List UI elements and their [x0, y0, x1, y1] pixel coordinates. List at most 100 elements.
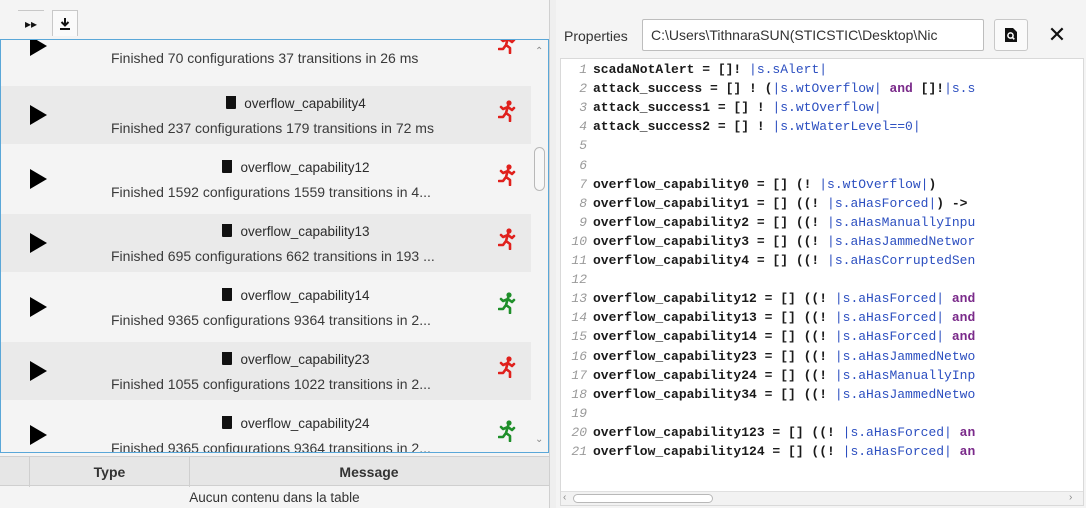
trash-icon[interactable] — [222, 160, 233, 173]
code-line[interactable]: 3 attack_success1 = [] ! |s.wtOverflow| — [561, 99, 1083, 117]
code-line[interactable]: 4 attack_success2 = [] ! |s.wtWaterLevel=… — [561, 118, 1083, 136]
code-line[interactable]: 2 attack_success = [] ! (|s.wtOverflow| a… — [561, 80, 1083, 98]
predicate-token: |s.aHasForced| — [827, 195, 937, 211]
predicate-token: |s.aHasForced| — [834, 329, 945, 345]
code-token: overflow_capability4 = [] ((! — [593, 253, 828, 268]
keyword-token: and — [944, 310, 976, 326]
column-header-blank[interactable] — [0, 457, 30, 487]
play-icon[interactable] — [30, 425, 47, 445]
code-text: overflow_capability24 = [] ((! |s.aHasMa… — [593, 368, 975, 383]
predicate-token: |s.sAlert| — [749, 62, 828, 77]
code-line[interactable]: 17 overflow_capability24 = [] ((! |s.aHas… — [561, 367, 1083, 385]
open-file-button[interactable] — [994, 19, 1028, 51]
list-item[interactable]: overflow_capability23 Finished 1055 confi… — [1, 342, 531, 400]
predicate-token: |s.wtOverflow| — [772, 81, 882, 97]
result-message: Finished 695 configurations 662 transiti… — [111, 248, 435, 264]
code-line[interactable]: 19 — [561, 405, 1083, 423]
predicate-token: |s.aHasCorruptedSen — [827, 253, 976, 268]
predicate-token: |s.aHasForced| — [842, 444, 952, 459]
code-token: scadaNotAlert = []! — [593, 62, 750, 77]
play-icon[interactable] — [30, 105, 47, 125]
running-man-red-icon — [498, 228, 516, 250]
play-icon[interactable] — [30, 169, 47, 189]
result-message: Finished 237 configurations 179 transiti… — [111, 120, 434, 136]
code-line[interactable]: 5 — [561, 137, 1083, 155]
code-token: overflow_capability12 = [] ((! — [593, 291, 835, 307]
trash-icon[interactable] — [222, 288, 233, 301]
line-number: 5 — [579, 138, 587, 154]
download-button[interactable] — [52, 10, 78, 36]
editor-vertical-scrollbar[interactable] — [1075, 59, 1083, 489]
line-number: 12 — [571, 272, 587, 288]
predicate-token: |s.aHasManuallyInp — [834, 367, 976, 383]
code-line[interactable]: 11 overflow_capability4 = [] ((! |s.aHasC… — [561, 252, 1083, 270]
code-token: overflow_capability124 = [] ((! — [593, 444, 843, 459]
play-icon[interactable] — [30, 297, 47, 317]
run-all-button[interactable]: ▸▸ — [18, 10, 44, 36]
line-number: 7 — [579, 176, 587, 192]
code-line[interactable]: 8 overflow_capability1 = [] ((! |s.aHasFo… — [561, 195, 1083, 213]
column-header-type[interactable]: Type — [30, 457, 190, 487]
code-text: overflow_capability1 = [] ((! |s.aHasFor… — [593, 196, 967, 211]
property-name: overflow_capability13 — [61, 224, 531, 239]
hscroll-thumb[interactable] — [573, 494, 713, 503]
close-button[interactable]: ✕ — [1040, 19, 1074, 51]
list-scrollbar[interactable]: ⌃ ⌄ — [531, 40, 548, 452]
trash-icon[interactable] — [222, 352, 233, 365]
code-line[interactable]: 7 overflow_capability0 = [] (! |s.wtOverf… — [561, 176, 1083, 194]
code-line[interactable]: 15 overflow_capability14 = [] ((! |s.aHas… — [561, 328, 1083, 346]
list-item[interactable]: Finished 70 configurations 37 transition… — [1, 40, 531, 86]
line-number: 8 — [579, 195, 587, 211]
running-man-red-icon — [498, 356, 516, 378]
code-text: attack_success = [] ! (|s.wtOverflow| an… — [593, 81, 975, 96]
code-line[interactable]: 16 overflow_capability23 = [] ((! |s.aHas… — [561, 348, 1083, 366]
list-item[interactable]: overflow_capability13 Finished 695 config… — [1, 214, 531, 272]
code-text: scadaNotAlert = []! |s.sAlert| — [593, 62, 827, 77]
document-search-icon — [1005, 28, 1017, 42]
scroll-right-icon[interactable]: › — [1069, 492, 1072, 503]
code-line[interactable]: 20 overflow_capability123 = [] ((! |s.aHa… — [561, 424, 1083, 442]
scroll-left-icon[interactable]: ‹ — [563, 492, 566, 503]
list-item[interactable]: overflow_capability24 Finished 9365 confi… — [1, 406, 531, 452]
trash-icon[interactable] — [222, 416, 233, 429]
play-icon[interactable] — [30, 40, 47, 56]
properties-path-field[interactable] — [642, 19, 984, 51]
trash-icon[interactable] — [222, 224, 233, 237]
code-token: overflow_capability23 = [] ((! — [593, 348, 835, 364]
code-text: overflow_capability124 = [] ((! |s.aHasF… — [593, 444, 975, 459]
scroll-up-icon[interactable]: ⌃ — [535, 46, 543, 57]
line-number: 4 — [579, 119, 587, 135]
code-line[interactable]: 21 overflow_capability124 = [] ((! |s.aHa… — [561, 443, 1083, 461]
trash-icon[interactable] — [226, 96, 237, 109]
properties-result-list[interactable]: Finished 70 configurations 37 transition… — [0, 39, 549, 453]
verification-panel: ▸▸ Finished 70 configurations 37 transit… — [0, 0, 549, 508]
play-icon[interactable] — [30, 233, 47, 253]
list-item[interactable]: overflow_capability4 Finished 237 configu… — [1, 86, 531, 144]
code-line[interactable]: 13 overflow_capability12 = [] ((! |s.aHas… — [561, 290, 1083, 308]
result-message: Finished 1592 configurations 1559 transi… — [111, 184, 431, 200]
scroll-down-icon[interactable]: ⌄ — [535, 434, 543, 445]
line-number: 3 — [579, 100, 587, 116]
code-line[interactable]: 6 — [561, 157, 1083, 175]
predicate-token: |s.aHasJammedNetwo — [834, 386, 976, 402]
code-text: overflow_capability2 = [] ((! |s.aHasMan… — [593, 215, 975, 230]
code-line[interactable]: 1 scadaNotAlert = []! |s.sAlert| — [561, 61, 1083, 79]
editor-horizontal-scrollbar[interactable]: ‹ › — [561, 491, 1083, 505]
scrollbar-thumb[interactable] — [534, 147, 545, 191]
list-item[interactable]: overflow_capability14 Finished 9365 confi… — [1, 278, 531, 336]
code-line[interactable]: 14 overflow_capability13 = [] ((! |s.aHas… — [561, 309, 1083, 327]
split-pane-divider[interactable] — [549, 0, 556, 508]
download-icon — [60, 18, 70, 30]
properties-code-editor[interactable]: 1 scadaNotAlert = []! |s.sAlert| 2 attack_s… — [560, 58, 1084, 506]
code-line[interactable]: 10 overflow_capability3 = [] ((! |s.aHasJ… — [561, 233, 1083, 251]
code-text: overflow_capability4 = [] ((! |s.aHasCor… — [593, 253, 975, 268]
running-man-red-icon — [498, 164, 516, 186]
code-line[interactable]: 12 — [561, 271, 1083, 289]
play-icon[interactable] — [30, 361, 47, 381]
list-item[interactable]: overflow_capability12 Finished 1592 confi… — [1, 150, 531, 208]
keyword-token: and — [881, 81, 921, 97]
column-header-message[interactable]: Message — [190, 457, 548, 487]
line-number: 6 — [579, 157, 587, 173]
code-line[interactable]: 9 overflow_capability2 = [] ((! |s.aHasMa… — [561, 214, 1083, 232]
code-line[interactable]: 18 overflow_capability34 = [] ((! |s.aHas… — [561, 386, 1083, 404]
